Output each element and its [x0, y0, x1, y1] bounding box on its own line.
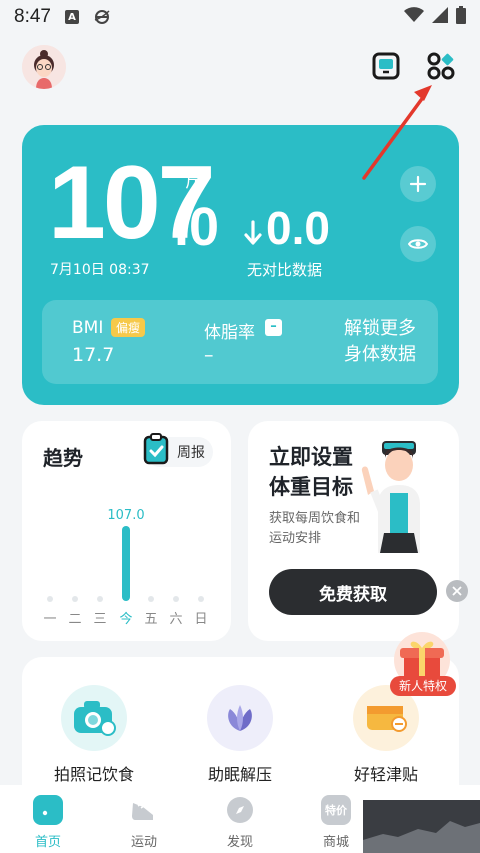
weight-decimal: .0 — [174, 197, 220, 257]
browser-icon — [93, 8, 111, 26]
shoe-icon — [129, 795, 159, 825]
eye-icon — [408, 239, 428, 249]
nav-home[interactable]: 首页 — [8, 795, 88, 850]
goal-subtitle-line-2: 运动安排 — [269, 531, 322, 546]
body-fat-label: 体脂率 — [204, 323, 255, 343]
scale-device-button[interactable] — [368, 48, 404, 84]
goal-card[interactable]: 立即设置 体重目标 获取每周饮食和 运动安排 免费获取 — [248, 421, 459, 641]
body-fat-value: – — [204, 344, 214, 366]
day-label: 一 — [43, 612, 57, 627]
grid-icon — [427, 52, 455, 80]
goal-subtitle: 获取每周饮食和 运动安排 — [269, 509, 360, 549]
bmi-status-badge: 偏瘦 — [111, 318, 146, 337]
weekly-report-label: 周报 — [177, 445, 205, 461]
measure-date: 7月10日 08:37 — [50, 262, 150, 278]
feature-sleep-relax[interactable]: 助眠解压 — [185, 685, 295, 785]
nav-label: 商城 — [322, 835, 349, 850]
weight-delta: 0.0 — [244, 203, 330, 253]
bmi-value: 17.7 — [72, 344, 115, 366]
close-promo-button[interactable] — [446, 580, 468, 602]
status-time: 8:47 — [14, 6, 51, 27]
add-record-button[interactable] — [400, 166, 436, 202]
wifi-icon — [404, 6, 424, 28]
nav-sport[interactable]: 运动 — [104, 795, 184, 850]
bmi-label: BMI — [72, 318, 104, 338]
feature-photo-diet[interactable]: 拍照记饮食 — [39, 685, 149, 785]
day-label: 日 — [194, 612, 208, 627]
feature-subsidy[interactable]: 好轻津贴 — [331, 685, 441, 785]
trend-card[interactable]: 趋势 周报 107.0 一 二 三 今 五 六 日 — [22, 421, 231, 641]
free-get-button[interactable]: 免费获取 — [269, 569, 437, 615]
close-icon — [452, 586, 462, 596]
lotus-icon — [207, 685, 273, 751]
unlock-line-1: 解锁更多 — [344, 318, 416, 339]
character-illustration — [361, 441, 420, 553]
feature-label: 拍照记饮食 — [53, 765, 134, 784]
trend-bar-today — [122, 526, 130, 601]
battery-icon — [456, 5, 466, 29]
day-label: 二 — [68, 612, 82, 627]
feature-label: 助眠解压 — [207, 765, 272, 784]
clipboard-icon — [143, 433, 169, 465]
nav-label: 运动 — [130, 835, 157, 850]
toggle-visibility-button[interactable] — [400, 226, 436, 262]
day-label-today: 今 — [119, 612, 133, 627]
shop-sale-badge: 特价 — [325, 804, 347, 817]
trend-title: 趋势 — [43, 446, 83, 470]
scale-icon — [372, 52, 400, 80]
feature-label: 好轻津贴 — [353, 765, 418, 784]
signal-icon — [432, 6, 448, 28]
goal-title-line-1: 立即设置 — [269, 445, 353, 469]
shop-icon: 特价 — [321, 795, 351, 825]
compass-icon — [225, 795, 255, 825]
trend-dot — [47, 596, 53, 602]
system-overlay-corner — [363, 800, 480, 853]
plus-icon — [409, 175, 427, 193]
goal-title-line-2: 体重目标 — [269, 475, 353, 499]
trend-dot — [148, 596, 154, 602]
body-stats-box[interactable]: BMI 偏瘦 17.7 体脂率 – – 解锁更多 身体数据 — [42, 300, 438, 384]
trend-bar-value: 107.0 — [107, 508, 145, 523]
unlock-more-data-link[interactable]: 解锁更多 身体数据 — [344, 316, 416, 368]
day-label: 五 — [144, 612, 158, 627]
weekly-report-button[interactable]: 周报 — [143, 433, 213, 467]
camera-icon — [61, 685, 127, 751]
trend-dot — [72, 596, 78, 602]
newcomer-promo-label[interactable]: 新人特权 — [390, 676, 456, 696]
weight-delta-value: 0.0 — [266, 202, 330, 254]
avatar[interactable] — [22, 45, 66, 89]
app-notification-icon: A — [64, 10, 79, 24]
trend-dot — [173, 596, 179, 602]
apps-menu-button[interactable] — [423, 48, 459, 84]
status-bar: 8:47 A — [0, 0, 480, 34]
home-icon — [33, 795, 63, 825]
trend-dot — [97, 596, 103, 602]
body-fat-badge: – — [265, 319, 282, 336]
goal-title: 立即设置 体重目标 — [269, 442, 353, 502]
weight-card[interactable]: 107 .0 斤 7月10日 08:37 0.0 无对比数据 BMI 偏瘦 17… — [22, 125, 459, 405]
unlock-line-2: 身体数据 — [344, 344, 416, 365]
goal-subtitle-line-1: 获取每周饮食和 — [269, 511, 361, 526]
day-label: 三 — [93, 612, 107, 627]
weight-unit: 斤 — [185, 172, 202, 192]
nav-discover[interactable]: 发现 — [200, 795, 280, 850]
arrow-down-icon — [244, 220, 262, 245]
delta-label: 无对比数据 — [247, 261, 323, 279]
trend-dot — [198, 596, 204, 602]
day-label: 六 — [169, 612, 183, 627]
nav-label: 发现 — [226, 835, 253, 850]
nav-label: 首页 — [34, 835, 61, 850]
